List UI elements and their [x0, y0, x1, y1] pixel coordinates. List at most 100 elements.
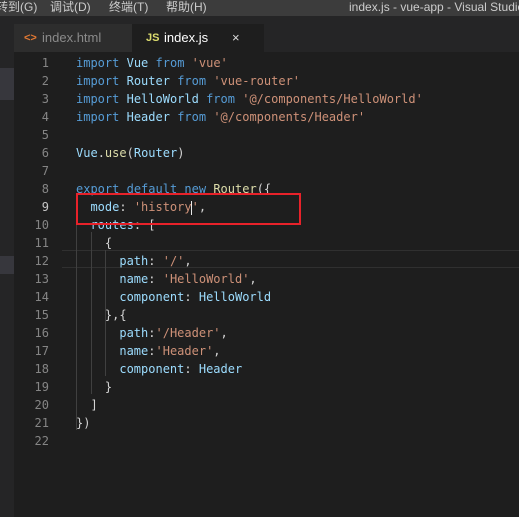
- line-number: 20: [34, 398, 49, 412]
- line-number: 14: [34, 290, 49, 304]
- code-text: }): [76, 414, 90, 432]
- code-token: {: [76, 236, 113, 250]
- code-line[interactable]: 21}): [14, 414, 519, 432]
- code-token: Vue: [76, 146, 98, 160]
- code-line[interactable]: 19 }: [14, 378, 519, 396]
- code-text: {: [76, 234, 112, 252]
- code-line[interactable]: 11 {: [14, 234, 519, 252]
- code-token: path: [119, 326, 149, 340]
- code-line[interactable]: 7: [14, 162, 519, 180]
- code-token: component: [119, 290, 185, 304]
- code-token: ,: [213, 344, 221, 358]
- line-number: 21: [34, 416, 49, 430]
- code-token: component: [119, 362, 185, 376]
- tab-label: index.js: [164, 30, 209, 45]
- code-line[interactable]: 15 },{: [14, 306, 519, 324]
- code-token: path: [119, 254, 149, 268]
- menu-terminal[interactable]: 终端(T): [109, 0, 148, 16]
- menu-goto[interactable]: 转到(G): [0, 0, 37, 16]
- code-token: Header: [126, 110, 170, 124]
- code-token: }): [76, 416, 91, 430]
- code-token: '/': [162, 254, 185, 268]
- line-number: 4: [41, 110, 49, 124]
- code-token: from: [177, 110, 207, 124]
- line-number: 7: [41, 164, 49, 178]
- code-line[interactable]: 6 Vue.use(Router): [14, 144, 519, 162]
- code-token: Router: [133, 146, 178, 160]
- code-line[interactable]: 16 path:'/Header',: [14, 324, 519, 342]
- code-token: },{: [76, 308, 127, 322]
- code-text: },{: [76, 306, 127, 324]
- code-token: ,: [184, 254, 192, 268]
- tab-label: index.html: [42, 30, 102, 45]
- code-token: HelloWorld: [126, 92, 199, 106]
- code-text: import HelloWorld from '@/components/Hel…: [76, 90, 423, 108]
- line-number: 16: [34, 326, 49, 340]
- code-text: name:'Header',: [76, 342, 221, 360]
- code-text: path:'/Header',: [76, 324, 228, 342]
- code-line[interactable]: 4 import Header from '@/components/Header…: [14, 108, 519, 126]
- code-line[interactable]: 5: [14, 126, 519, 144]
- code-token: (: [126, 146, 134, 160]
- code-token: :: [184, 290, 199, 304]
- code-text: ]: [76, 396, 98, 414]
- line-number: 6: [41, 146, 49, 160]
- line-number: 10: [34, 218, 49, 232]
- menu-help[interactable]: 帮助(H): [166, 0, 207, 16]
- code-line[interactable]: 14 component: HelloWorld: [14, 288, 519, 306]
- code-token: Header: [198, 362, 243, 376]
- code-line[interactable]: 22: [14, 432, 519, 450]
- line-number: 12: [34, 254, 49, 268]
- code-line[interactable]: 20 ]: [14, 396, 519, 414]
- code-text: name: 'HelloWorld',: [76, 270, 256, 288]
- code-token: :: [148, 272, 163, 286]
- tab-index-html[interactable]: <> index.html: [14, 24, 132, 52]
- code-token: '/Header': [155, 326, 221, 340]
- line-number: 1: [41, 56, 49, 70]
- code-line[interactable]: 18 component: Header: [14, 360, 519, 378]
- code-token: '@/components/HelloWorld': [242, 92, 423, 106]
- js-file-icon: JS: [146, 32, 160, 44]
- tab-index-js[interactable]: JS index.js ×: [132, 24, 264, 52]
- code-token: from: [155, 56, 185, 70]
- code-token: HelloWorld: [198, 290, 272, 304]
- code-token: import: [76, 110, 120, 124]
- code-line[interactable]: 2 import Router from 'vue-router': [14, 72, 519, 90]
- code-token: }: [76, 380, 113, 394]
- code-line[interactable]: 1 import Vue from 'vue': [14, 54, 519, 72]
- line-number: 17: [34, 344, 49, 358]
- code-line[interactable]: 13 name: 'HelloWorld',: [14, 270, 519, 288]
- code-text: import Header from '@/components/Header': [76, 108, 365, 126]
- code-token: :: [148, 254, 163, 268]
- tab-bar: <> index.html JS index.js ×: [14, 16, 519, 52]
- line-number: 5: [41, 128, 49, 142]
- code-token: from: [206, 92, 235, 106]
- code-token: ,: [220, 326, 228, 340]
- line-number: 19: [34, 380, 49, 394]
- code-token: .: [97, 146, 105, 160]
- code-line[interactable]: 12 path: '/',: [14, 252, 519, 270]
- code-token: Vue: [126, 56, 149, 70]
- code-line[interactable]: 17 name:'Header',: [14, 342, 519, 360]
- code-token: import: [76, 92, 120, 106]
- code-text: Vue.use(Router): [76, 144, 184, 162]
- close-icon[interactable]: ×: [232, 24, 240, 52]
- code-editor[interactable]: 1 import Vue from 'vue' 2 import Router fro…: [14, 52, 519, 517]
- code-line[interactable]: 3 import HelloWorld from '@/components/He…: [14, 90, 519, 108]
- html-file-icon: <>: [24, 32, 37, 44]
- code-text: import Router from 'vue-router': [76, 72, 300, 90]
- code-token: ]: [76, 398, 98, 412]
- code-token: :: [148, 326, 156, 340]
- menu-debug[interactable]: 调试(D): [50, 0, 91, 16]
